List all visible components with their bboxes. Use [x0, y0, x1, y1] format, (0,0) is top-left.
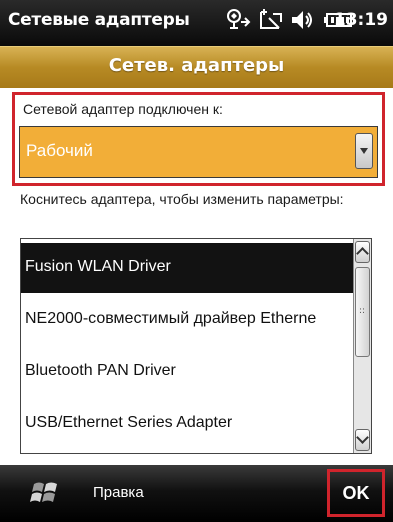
adapter-list-item-fusion-wlan[interactable]: Fusion WLAN Driver: [21, 243, 353, 293]
page-header: Сетев. адаптеры: [0, 46, 393, 88]
adapter-list-item-usb-ethernet[interactable]: USB/Ethernet Series Adapter: [21, 399, 353, 449]
scroll-down-button[interactable]: [355, 429, 370, 451]
adapter-connection-label: Сетевой адаптер подключен к:: [23, 101, 223, 117]
adapter-list-item-bluetooth-pan[interactable]: Bluetooth PAN Driver: [21, 347, 353, 397]
volume-icon: [289, 8, 315, 36]
list-instruction: Коснитесь адаптера, чтобы изменить парам…: [20, 191, 344, 207]
adapter-connection-section: Сетевой адаптер подключен к: Рабочий: [12, 92, 385, 186]
adapter-list[interactable]: Fusion WLAN Driver NE2000-совместимый др…: [20, 238, 372, 454]
list-item-label: NE2000-совместимый драйвер Etherne: [25, 310, 317, 327]
edit-menu-button[interactable]: Правка: [93, 484, 144, 501]
page-title: Сетев. адаптеры: [108, 55, 285, 76]
connection-network-select[interactable]: Рабочий: [19, 126, 378, 178]
dropdown-arrow-icon[interactable]: [355, 133, 373, 169]
list-item-label: USB/Ethernet Series Adapter: [25, 414, 233, 431]
status-title: Сетевые адаптеры: [8, 10, 190, 30]
connection-network-value: Рабочий: [26, 141, 93, 160]
adapter-list-item-ne2000[interactable]: NE2000-совместимый драйвер Etherne: [21, 295, 353, 345]
scroll-thumb[interactable]: [355, 267, 370, 357]
list-item-label: Fusion WLAN Driver: [25, 258, 171, 275]
status-time[interactable]: 13:19: [334, 10, 388, 30]
list-scrollbar[interactable]: [353, 239, 371, 453]
windows-start-icon[interactable]: [30, 479, 62, 507]
connectivity-icon: [225, 8, 251, 36]
signal-icon: [257, 8, 283, 36]
ok-button[interactable]: OK: [327, 469, 385, 517]
scroll-up-button[interactable]: [355, 241, 370, 263]
list-item-label: Bluetooth PAN Driver: [25, 362, 176, 379]
status-bar: Сетевые адаптеры 13:19: [0, 0, 393, 46]
